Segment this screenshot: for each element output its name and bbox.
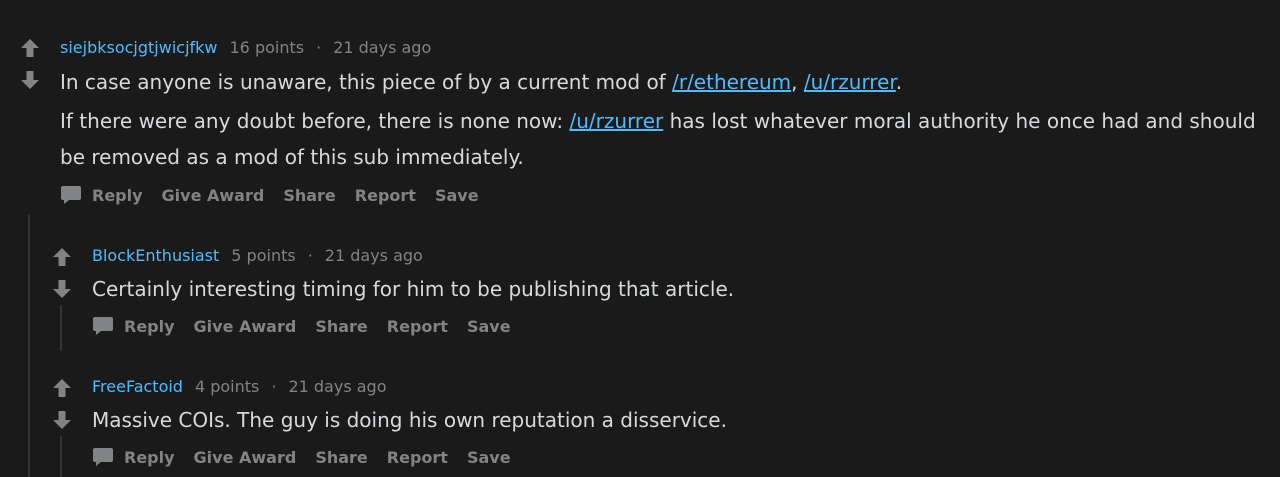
give-award-button[interactable]: Give Award [194, 448, 297, 467]
comment-3: FreeFactoid 4 points · 21 days ago Massi… [0, 0, 1280, 477]
comment-paragraph: Massive COIs. The guy is doing his own r… [92, 408, 727, 432]
vote-controls [51, 378, 73, 430]
points-count: 4 points [194, 377, 260, 396]
upvote-arrow-icon[interactable] [52, 378, 72, 398]
downvote-arrow-icon[interactable] [52, 410, 72, 430]
comment-thread: siejbksocjgtjwicjfkw 16 points · 21 days… [0, 0, 1280, 477]
comment-body: Massive COIs. The guy is doing his own r… [92, 402, 1262, 438]
share-button[interactable]: Share [315, 448, 367, 467]
timestamp[interactable]: 21 days ago [288, 377, 386, 396]
meta-separator: · [271, 377, 277, 396]
save-button[interactable]: Save [467, 448, 511, 467]
comment-meta: FreeFactoid 4 points · 21 days ago [92, 377, 387, 396]
report-button[interactable]: Report [387, 448, 448, 467]
author-link[interactable]: FreeFactoid [92, 377, 183, 396]
reply-button[interactable]: Reply [92, 446, 175, 468]
comment-actions: Reply Give Award Share Report Save [92, 446, 530, 468]
thread-line[interactable] [60, 436, 62, 477]
parent-thread-line[interactable] [28, 215, 30, 477]
speech-bubble-icon [92, 446, 114, 468]
reply-label: Reply [124, 447, 175, 467]
